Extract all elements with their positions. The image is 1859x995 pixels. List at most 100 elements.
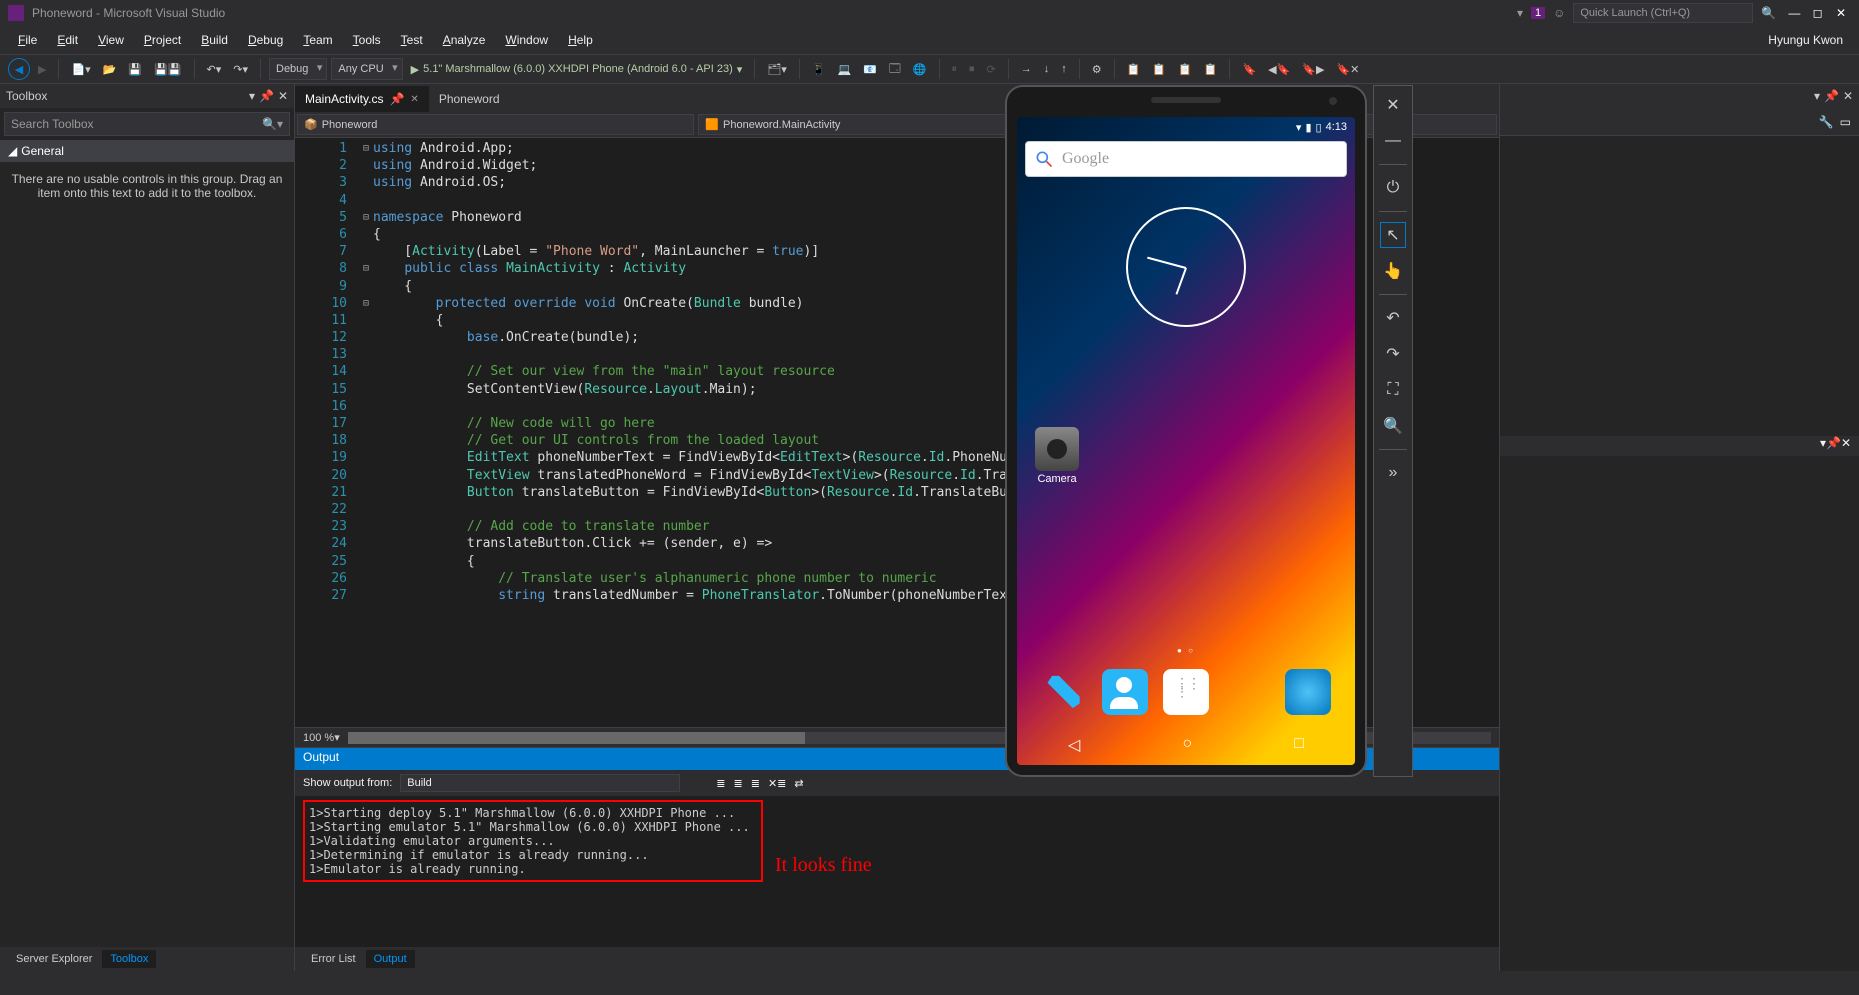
panel-icon[interactable]: ▭: [1840, 115, 1851, 129]
panel-pin-icon[interactable]: 📌: [1826, 436, 1841, 456]
panel-close-icon[interactable]: ✕: [278, 89, 288, 103]
bookmark-icon[interactable]: 🔖: [1238, 58, 1260, 80]
misc-icon-3[interactable]: 📋: [1148, 58, 1170, 80]
contacts-app-icon[interactable]: [1102, 669, 1148, 715]
user-label[interactable]: Hyungu Kwon: [1768, 33, 1851, 47]
restart-icon[interactable]: ⟳: [983, 58, 1000, 80]
output-content[interactable]: 1>Starting deploy 5.1" Marshmallow (6.0.…: [295, 796, 1499, 947]
redo-icon[interactable]: ↷▾: [229, 58, 252, 80]
notification-badge[interactable]: 1: [1531, 7, 1545, 19]
fold-toggle[interactable]: ⊟: [359, 140, 373, 157]
phone-app-icon[interactable]: [1041, 669, 1087, 715]
tab-server-explorer[interactable]: Server Explorer: [8, 950, 100, 968]
tab-pin-icon[interactable]: 📌: [389, 92, 404, 106]
nav-forward-icon[interactable]: ▶: [34, 58, 50, 80]
menu-test[interactable]: Test: [391, 29, 433, 51]
fold-toggle[interactable]: ⊟: [359, 209, 373, 226]
panel-dropdown-icon[interactable]: ▾: [249, 89, 255, 103]
wrench-icon[interactable]: 🔧: [1819, 115, 1834, 129]
bookmark-clear-icon[interactable]: 🔖✕: [1332, 58, 1363, 80]
maximize-icon[interactable]: ◻: [1812, 6, 1824, 20]
clock-widget[interactable]: [1126, 207, 1246, 327]
output-tb-icon-5[interactable]: ⇄: [794, 777, 803, 790]
tab-mainactivity[interactable]: MainActivity.cs 📌 ✕: [295, 86, 429, 112]
panel-dropdown-icon[interactable]: ▾: [1814, 89, 1820, 103]
misc-icon-4[interactable]: 📋: [1174, 58, 1196, 80]
output-tb-icon-3[interactable]: ≣: [751, 777, 760, 790]
platform-dropdown[interactable]: Any CPU: [331, 58, 402, 80]
misc-icon-2[interactable]: 📋: [1123, 58, 1145, 80]
toolbox-group-general[interactable]: ◢ General: [0, 140, 294, 162]
panel-pin-icon[interactable]: 📌: [259, 89, 274, 103]
emu-power-icon[interactable]: ⏻: [1380, 175, 1406, 201]
device-icon-2[interactable]: 💻: [833, 58, 855, 80]
undo-icon[interactable]: ↶▾: [203, 58, 226, 80]
toolbox-search-input[interactable]: Search Toolbox🔍▾: [4, 112, 290, 136]
pause-icon[interactable]: ⏸: [948, 58, 962, 80]
save-all-icon[interactable]: 💾💾: [150, 58, 185, 80]
emu-close-icon[interactable]: ✕: [1380, 92, 1406, 118]
bookmark-next-icon[interactable]: 🔖▶: [1298, 58, 1328, 80]
menu-tools[interactable]: Tools: [343, 29, 391, 51]
stop-icon[interactable]: ⏹: [965, 58, 979, 80]
emulator-screen[interactable]: ▾ ▮ ▯ 4:13 Google Camera ● ○: [1017, 117, 1355, 765]
menu-team[interactable]: Team: [293, 29, 342, 51]
camera-app[interactable]: Camera: [1035, 427, 1079, 485]
device-icon-3[interactable]: 📧: [859, 58, 881, 80]
output-source-dropdown[interactable]: Build: [400, 774, 680, 792]
save-icon[interactable]: 💾: [124, 58, 146, 80]
emu-fit-icon[interactable]: ⛶: [1380, 377, 1406, 403]
step-icon-3[interactable]: ↑: [1057, 58, 1071, 80]
zoom-level[interactable]: 100 %: [303, 732, 334, 744]
output-tb-icon-2[interactable]: ≣: [734, 777, 743, 790]
browser-app-icon[interactable]: [1285, 669, 1331, 715]
search-icon[interactable]: 🔍: [1761, 6, 1776, 20]
device-icon-4[interactable]: 🗔: [885, 58, 905, 80]
minimize-icon[interactable]: —: [1788, 6, 1800, 20]
fold-toggle[interactable]: ⊟: [359, 260, 373, 277]
emu-minimize-icon[interactable]: —: [1380, 128, 1406, 154]
panel-close-icon[interactable]: ✕: [1841, 436, 1851, 456]
close-icon[interactable]: ✕: [1835, 6, 1847, 20]
tab-toolbox[interactable]: Toolbox: [102, 950, 156, 968]
menu-analyze[interactable]: Analyze: [433, 29, 496, 51]
panel-pin-icon[interactable]: 📌: [1824, 89, 1839, 103]
zoom-dropdown-icon[interactable]: ▾: [334, 731, 340, 744]
tab-error-list[interactable]: Error List: [303, 950, 364, 968]
toolbar-icon-1[interactable]: 🗂▾: [763, 58, 791, 80]
config-dropdown[interactable]: Debug: [269, 58, 327, 80]
emu-rotate-right-icon[interactable]: ↷: [1380, 341, 1406, 367]
run-target-button[interactable]: ▶ 5.1" Marshmallow (6.0.0) XXHDPI Phone …: [407, 58, 747, 80]
panel-close-icon[interactable]: ✕: [1843, 89, 1853, 103]
apps-drawer-icon[interactable]: [1163, 669, 1209, 715]
output-tb-icon-4[interactable]: ✕≣: [768, 777, 786, 790]
feedback-icon[interactable]: ☺: [1553, 6, 1565, 20]
google-search-widget[interactable]: Google: [1025, 141, 1347, 177]
menu-window[interactable]: Window: [495, 29, 558, 51]
menu-file[interactable]: File: [8, 29, 47, 51]
output-tb-icon-1[interactable]: ≣: [716, 777, 725, 790]
device-icon-1[interactable]: 📱: [808, 58, 830, 80]
fold-toggle[interactable]: ⊟: [359, 295, 373, 312]
step-icon-1[interactable]: →: [1017, 58, 1036, 80]
nav-back-icon[interactable]: ◀: [8, 58, 30, 80]
nav-recent-icon[interactable]: □: [1294, 735, 1304, 755]
tab-output[interactable]: Output: [366, 950, 415, 968]
tab-close-icon[interactable]: ✕: [410, 94, 418, 105]
step-icon-2[interactable]: ↓: [1040, 58, 1054, 80]
nav-back-icon[interactable]: ◁: [1068, 735, 1080, 755]
misc-icon-5[interactable]: 📋: [1200, 58, 1222, 80]
open-icon[interactable]: 📂: [99, 58, 121, 80]
new-project-icon[interactable]: 📄▾: [67, 58, 94, 80]
emu-more-icon[interactable]: »: [1380, 460, 1406, 486]
device-icon-5[interactable]: 🌐: [909, 58, 931, 80]
emu-touch-icon[interactable]: 👆: [1380, 258, 1406, 284]
nav-project-dropdown[interactable]: 📦 Phoneword: [297, 114, 694, 135]
menu-debug[interactable]: Debug: [238, 29, 293, 51]
menu-help[interactable]: Help: [558, 29, 603, 51]
misc-icon-1[interactable]: ⚙: [1088, 58, 1106, 80]
quick-launch-input[interactable]: Quick Launch (Ctrl+Q): [1573, 3, 1753, 23]
emu-zoom-icon[interactable]: 🔍: [1380, 413, 1406, 439]
menu-build[interactable]: Build: [191, 29, 238, 51]
flag-icon[interactable]: ▾: [1517, 6, 1523, 20]
